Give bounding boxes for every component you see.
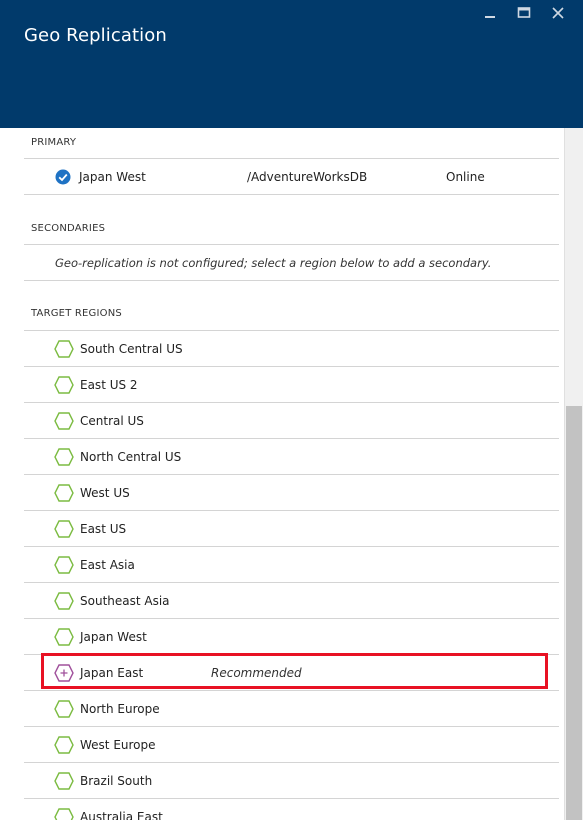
region-name: Japan West bbox=[80, 630, 147, 644]
divider bbox=[24, 194, 559, 195]
region-name: Central US bbox=[80, 414, 144, 428]
close-button[interactable] bbox=[541, 4, 575, 22]
region-name: Brazil South bbox=[80, 774, 153, 788]
region-name: East US 2 bbox=[80, 378, 138, 392]
hexagon-plus-icon bbox=[54, 664, 74, 682]
region-row-brazil-south[interactable]: Brazil South bbox=[24, 763, 559, 799]
region-row-southeast-asia[interactable]: Southeast Asia bbox=[24, 583, 559, 619]
region-name: West Europe bbox=[80, 738, 156, 752]
region-row-east-us-2[interactable]: East US 2 bbox=[24, 367, 559, 403]
window-controls bbox=[473, 4, 575, 22]
region-name: Japan East bbox=[80, 666, 144, 680]
blade-header: Geo Replication bbox=[0, 0, 583, 128]
scrollbar-thumb[interactable] bbox=[566, 406, 582, 820]
hexagon-icon bbox=[54, 340, 74, 358]
hexagon-icon bbox=[54, 736, 74, 754]
region-row-west-europe[interactable]: West Europe bbox=[24, 727, 559, 763]
region-row-north-central-us[interactable]: North Central US bbox=[24, 439, 559, 475]
primary-row[interactable]: Japan West /AdventureWorksDB Online bbox=[24, 159, 559, 195]
hexagon-icon bbox=[54, 484, 74, 502]
hexagon-icon bbox=[54, 808, 74, 820]
region-name: East US bbox=[80, 522, 127, 536]
primary-section-label: PRIMARY bbox=[31, 137, 77, 148]
maximize-button[interactable] bbox=[507, 4, 541, 22]
hexagon-icon bbox=[54, 700, 74, 718]
blade-content: PRIMARY Japan West /AdventureWorksDB Onl… bbox=[0, 128, 564, 820]
primary-database: /AdventureWorksDB bbox=[247, 170, 368, 184]
region-row-japan-east[interactable]: Japan East Recommended bbox=[24, 655, 559, 691]
checkmark-circle-icon bbox=[55, 169, 71, 185]
hexagon-icon bbox=[54, 556, 74, 574]
region-row-east-asia[interactable]: East Asia bbox=[24, 547, 559, 583]
region-name: South Central US bbox=[80, 342, 183, 356]
divider bbox=[24, 244, 559, 245]
hexagon-icon bbox=[54, 376, 74, 394]
secondaries-section-label: SECONDARIES bbox=[31, 223, 106, 234]
hexagon-icon bbox=[54, 772, 74, 790]
region-name: Southeast Asia bbox=[80, 594, 170, 608]
target-regions-section-label: TARGET REGIONS bbox=[31, 308, 122, 319]
region-row-north-europe[interactable]: North Europe bbox=[24, 691, 559, 727]
maximize-icon bbox=[517, 7, 531, 18]
region-name: West US bbox=[80, 486, 130, 500]
close-icon bbox=[552, 7, 564, 19]
divider bbox=[24, 280, 559, 281]
region-row-central-us[interactable]: Central US bbox=[24, 403, 559, 439]
primary-region: Japan West bbox=[79, 170, 146, 184]
region-name: North Central US bbox=[80, 450, 182, 464]
hexagon-icon bbox=[54, 520, 74, 538]
region-name: North Europe bbox=[80, 702, 160, 716]
scrollbar[interactable] bbox=[564, 128, 583, 820]
region-row-japan-west[interactable]: Japan West bbox=[24, 619, 559, 655]
hexagon-icon bbox=[54, 592, 74, 610]
hexagon-icon bbox=[54, 412, 74, 430]
geo-replication-blade: Geo Replication PRIMARY Japan West /Adve… bbox=[0, 0, 583, 820]
region-row-australia-east[interactable]: Australia East bbox=[24, 799, 559, 820]
recommended-label: Recommended bbox=[211, 666, 302, 680]
region-name: Australia East bbox=[80, 810, 163, 820]
minimize-button[interactable] bbox=[473, 4, 507, 22]
hexagon-icon bbox=[54, 448, 74, 466]
region-row-west-us[interactable]: West US bbox=[24, 475, 559, 511]
region-row-east-us[interactable]: East US bbox=[24, 511, 559, 547]
primary-status: Online bbox=[446, 170, 485, 184]
region-row-south-central-us[interactable]: South Central US bbox=[24, 331, 559, 367]
page-title: Geo Replication bbox=[24, 25, 167, 46]
hexagon-icon bbox=[54, 628, 74, 646]
region-name: East Asia bbox=[80, 558, 135, 572]
minimize-icon bbox=[485, 16, 495, 18]
secondaries-message: Geo-replication is not configured; selec… bbox=[55, 256, 492, 270]
